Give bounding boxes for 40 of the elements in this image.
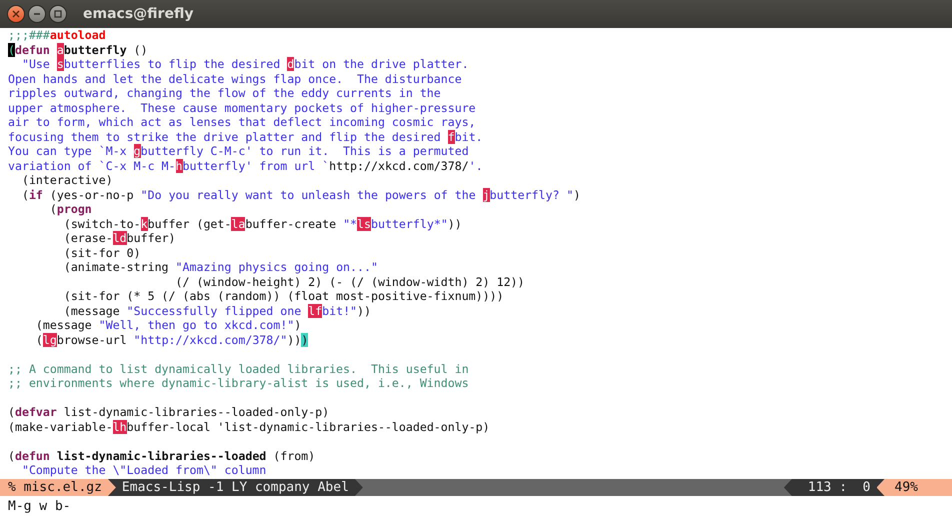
code-line: (defun list-dynamic-libraries--loaded (from) xyxy=(8,448,316,463)
code-line: (interactive) xyxy=(20,173,114,188)
buffer-percent: 49% xyxy=(876,479,952,496)
code-line: (defun abutterfly () xyxy=(8,42,149,57)
code-line: (animate-string "Amazing physics going on..." xyxy=(62,260,379,274)
code-line: ;; A command to list dynamically loaded libraries. This useful in xyxy=(8,360,470,376)
code-line: variation of `C-x M-c M-hbutterfly' from url `http://xkcd.com/378/'. xyxy=(8,158,484,173)
buffer-name: % misc.el.gz xyxy=(0,479,116,496)
code-line: (message "Well, then go to xkcd.com!") xyxy=(34,318,302,332)
code-line: (make-variable-lhbuffer-local 'list-dynamic-libraries--loaded-only-p) xyxy=(8,420,491,434)
code-line: air to form, which act as lenses that deflect incoming cosmic rays, xyxy=(8,115,477,130)
code-line: (erase-ldbuffer) xyxy=(62,231,177,246)
maximize-icon xyxy=(54,10,62,18)
close-button[interactable] xyxy=(7,5,25,23)
cursor-position: 113 : 0 xyxy=(784,479,885,496)
code-line: "Compute the \"Loaded from\" column xyxy=(20,463,268,478)
code-line: (sit-for (* 5 (/ (abs (random)) (float most-positive-fixnum)))) xyxy=(62,289,505,304)
major-mode: Emacs-Lisp -1 LY company Abel xyxy=(108,479,363,496)
code-line: ;; environments where dynamic-library-alist is used, i.e., Windows xyxy=(8,376,470,390)
close-icon xyxy=(12,10,20,18)
code-line: (defvar list-dynamic-libraries--loaded-only-p) xyxy=(8,404,330,420)
code-line: Open hands and let the delicate wings flap once. The disturbance xyxy=(8,72,463,86)
code-line: (switch-to-kbuffer (get-labuffer-create "*lsbutterfly*")) xyxy=(62,216,463,231)
code-line: (/ (window-height) 2) (- (/ (window-width) 2) 12)) xyxy=(174,274,526,289)
code-line: (if (yes-or-no-p "Do you really want to unleash the powers of the j butterfly? ") xyxy=(20,188,582,202)
code-line: (progn xyxy=(48,202,93,216)
window-title: emacs@firefly xyxy=(83,6,194,22)
code-line: ;;;###autoload xyxy=(8,28,107,42)
code-line: ripples outward, changing the flow of the eddy currents in the xyxy=(8,86,442,100)
maximize-button[interactable] xyxy=(49,5,67,23)
code-line: upper atmosphere. These cause momentary pockets of higher-pressure xyxy=(8,100,477,115)
code-line: focusing them to strike the drive platter and flip the desired fbit. xyxy=(8,130,484,144)
code-line: (lgbrowse-url "http://xkcd.com/378/"))) xyxy=(34,332,310,347)
code-line: "Use sbutterflies to flip the desired dbit on the drive platter. xyxy=(20,57,470,72)
minimize-icon xyxy=(33,10,41,18)
code-line: (sit-for 0) xyxy=(62,246,142,260)
code-line: (message "Successfully flipped one lfbit!")) xyxy=(62,304,372,318)
code-line: You can type `M-x gbutterfly C-M-c' to run it. This is a permuted xyxy=(8,144,470,158)
minibuffer-text: M-g w b- xyxy=(7,498,72,516)
minimize-button[interactable] xyxy=(28,5,46,23)
